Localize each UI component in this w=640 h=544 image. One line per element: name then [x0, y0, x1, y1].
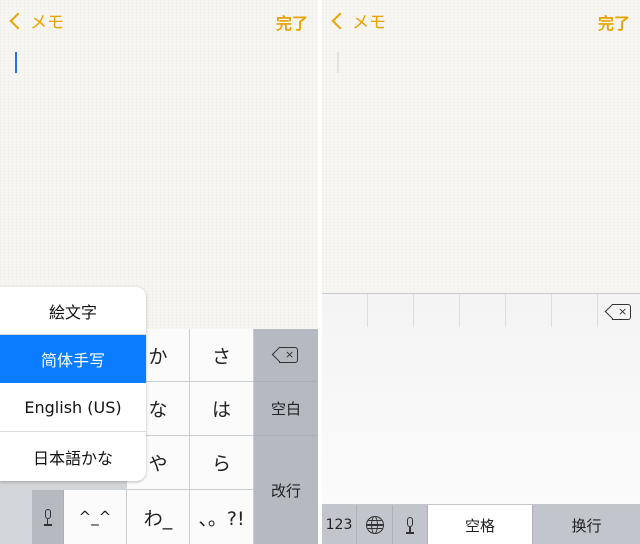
mic-icon	[405, 517, 415, 534]
candidate-slot[interactable]	[460, 294, 506, 327]
text-cursor	[337, 52, 339, 73]
backspace-key[interactable]: ×	[254, 329, 318, 382]
key-emoticon[interactable]: ^_^	[64, 490, 127, 544]
switcher-item-english-us[interactable]: English (US)	[0, 384, 146, 432]
key-punctuation[interactable]: 、。?!	[190, 490, 254, 544]
globe-icon	[365, 516, 384, 534]
candidate-bar: ×	[322, 294, 640, 327]
mic-key[interactable]	[32, 490, 64, 544]
space-key[interactable]: 空白	[254, 382, 318, 436]
candidate-slot[interactable]	[414, 294, 460, 327]
chevron-left-icon	[331, 12, 349, 29]
done-button[interactable]: 完了	[598, 10, 630, 34]
return-key[interactable]: 换行	[533, 505, 640, 544]
text-cursor	[15, 52, 17, 73]
done-button[interactable]: 完了	[276, 10, 308, 34]
back-label: メモ	[352, 13, 386, 33]
switcher-item-chinese-handwriting[interactable]: 简体手写	[0, 335, 146, 383]
candidate-slot[interactable]	[506, 294, 552, 327]
globe-key[interactable]	[357, 505, 393, 544]
back-button[interactable]: メモ	[330, 8, 386, 33]
space-key[interactable]: 空格	[428, 505, 533, 544]
keyboard-switcher-popup: 絵文字 简体手写 English (US) 日本語かな	[0, 287, 146, 481]
navbar: メモ 完了	[322, 0, 640, 44]
back-button[interactable]: メモ	[8, 8, 64, 33]
return-key[interactable]: 改行	[254, 436, 318, 544]
key-sa[interactable]: さ	[190, 329, 254, 382]
candidate-slot[interactable]	[552, 294, 598, 327]
right-screen: メモ 完了 × 123 空格 换行	[322, 0, 640, 544]
key-wa[interactable]: わ_	[127, 490, 190, 544]
candidate-slot[interactable]	[322, 294, 368, 327]
switcher-item-japanese-kana[interactable]: 日本語かな	[0, 433, 146, 481]
key-ra[interactable]: ら	[190, 436, 254, 490]
backspace-icon[interactable]: ×	[604, 303, 632, 320]
mic-key[interactable]	[393, 505, 428, 544]
backspace-icon: ×	[271, 346, 299, 363]
chevron-left-icon	[9, 12, 27, 29]
left-screen: メモ 完了 か さ × な は 空白 や ら 改行 ^_^ わ_ 、。?! 絵文…	[0, 0, 318, 544]
mic-icon	[43, 509, 53, 526]
switcher-item-emoji[interactable]: 絵文字	[0, 287, 146, 335]
handwriting-area[interactable]: ×	[322, 293, 640, 504]
key-ha[interactable]: は	[190, 382, 254, 436]
handwriting-bottom-bar: 123 空格 换行	[322, 504, 640, 544]
navbar: メモ 完了	[0, 0, 318, 44]
numbers-key[interactable]: 123	[322, 505, 357, 544]
back-label: メモ	[30, 13, 64, 33]
candidate-slot[interactable]	[368, 294, 414, 327]
